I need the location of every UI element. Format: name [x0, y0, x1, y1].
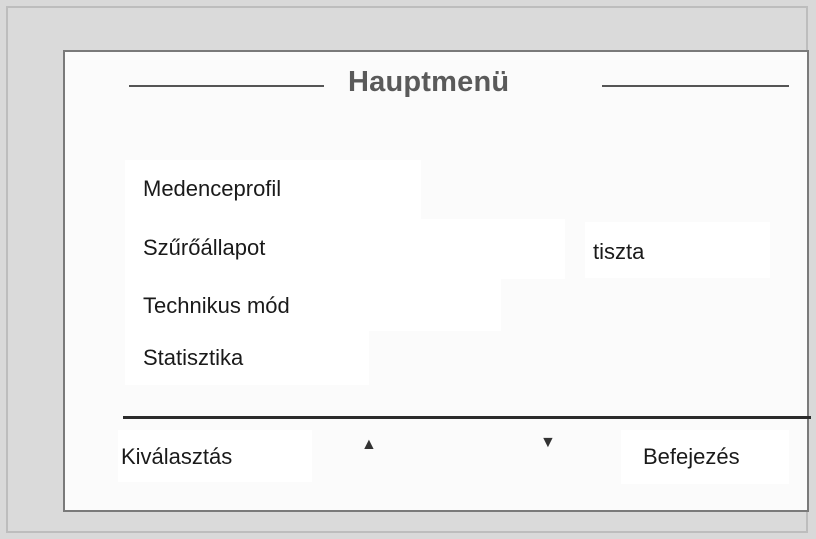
up-arrow-icon[interactable]: ▲	[361, 436, 377, 454]
display-screen: Hauptmenü Medenceprofil Szűrőállapot tis…	[63, 50, 811, 512]
select-softkey-label: Kiválasztás	[121, 444, 233, 469]
softkey-divider	[123, 416, 811, 419]
device-frame: Hauptmenü Medenceprofil Szűrőállapot tis…	[6, 6, 811, 533]
finish-softkey-label: Befejezés	[643, 444, 740, 469]
menu-item-label: Statisztika	[143, 345, 244, 370]
filter-status-value-text: tiszta	[593, 239, 645, 264]
menu-item-label: Medenceprofil	[143, 176, 282, 201]
menu-item-statistics[interactable]: Statisztika	[125, 331, 369, 385]
menu-item-filter-status[interactable]: Szűrőállapot	[125, 219, 565, 279]
title-rule-left	[129, 85, 324, 87]
title-rule-right	[602, 85, 789, 87]
menu-item-label: Szűrőállapot	[143, 235, 266, 260]
select-softkey[interactable]: Kiválasztás	[118, 430, 312, 482]
menu-item-technician-mode[interactable]: Technikus mód	[125, 279, 501, 331]
menu-item-label: Technikus mód	[143, 293, 290, 318]
screen-title: Hauptmenü	[348, 66, 510, 98]
title-bar: Hauptmenü	[65, 52, 807, 128]
down-arrow-icon[interactable]: ▼	[540, 434, 556, 452]
filter-status-value: tiszta	[585, 222, 770, 278]
finish-softkey[interactable]: Befejezés	[621, 430, 789, 484]
menu-item-pool-profile[interactable]: Medenceprofil	[125, 160, 421, 219]
